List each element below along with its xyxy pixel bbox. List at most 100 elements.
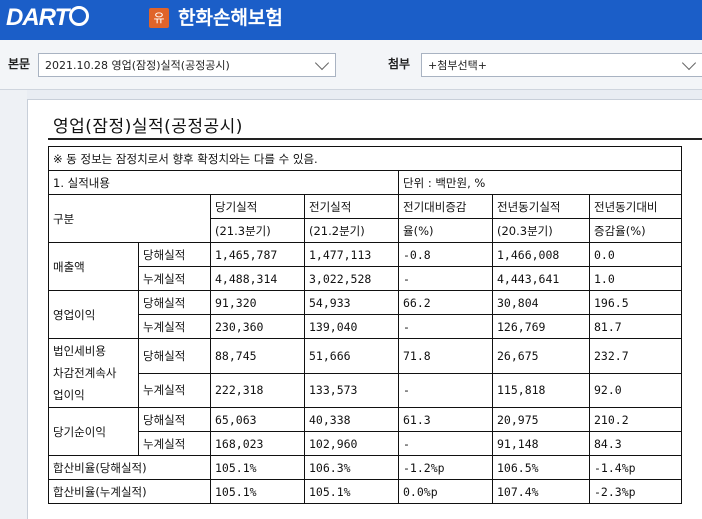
table-cell: -2.3%p: [589, 479, 682, 504]
logo-circle-icon: [69, 6, 90, 26]
notice-text: ※ 동 정보는 잠정치로서 향후 확정치와는 다를 수 있음.: [48, 146, 682, 171]
chevron-down-icon: [681, 55, 697, 71]
group-label-line: 차감전계속사: [53, 366, 117, 380]
table-cell: 1,466,008: [492, 242, 590, 267]
table-cell: 4,488,314: [210, 266, 305, 291]
table-row: 법인세비용 차감전계속사 업이익 당해실적 88,745 51,666 71.8…: [48, 338, 682, 408]
row-label: 누계실적: [138, 314, 211, 339]
table-cell: 0.0%p: [398, 479, 493, 504]
company-name[interactable]: 한화손해보험: [178, 4, 283, 32]
unit-text: 단위 : 백만원, %: [398, 170, 682, 195]
table-cell: 105.1%: [210, 479, 305, 504]
table-row: 매출액 당해실적 1,465,787 1,477,113 -0.8 1,466,…: [48, 242, 682, 291]
table-cell: 1,465,787: [210, 242, 305, 267]
header-current-period: (21.3분기): [210, 218, 305, 243]
header-yoy: 전년동기실적: [492, 194, 590, 219]
row-label: 누계실적: [138, 431, 211, 456]
table-cell: 4,443,641: [492, 266, 590, 291]
table-cell: -: [398, 266, 493, 291]
table-row: 영업이익 당해실적 91,320 54,933 66.2 30,804 196.…: [48, 290, 682, 339]
table-cell: 81.7: [589, 314, 682, 339]
attach-select[interactable]: +첨부선택+: [421, 53, 702, 77]
ratio-label: 합산비율(누계실적): [48, 479, 211, 504]
row-label: 당해실적: [138, 242, 211, 267]
table-cell: -: [398, 314, 493, 339]
main-doc-select[interactable]: 2021.10.28 영업(잠정)실적(공정공시): [38, 53, 336, 77]
table-row: 합산비율(누계실적) 105.1% 105.1% 0.0%p 107.4% -2…: [48, 479, 682, 504]
table-cell: 26,675: [492, 338, 590, 374]
document-viewer[interactable]: 영업(잠정)실적(공정공시) ※ 동 정보는 잠정치로서 향후 확정치와는 다를…: [27, 99, 702, 519]
table-cell: 91,320: [210, 290, 305, 315]
attach-select-value: +첨부선택+: [428, 59, 487, 72]
table-cell: 196.5: [589, 290, 682, 315]
table-cell: 61.3: [398, 407, 493, 432]
table-cell: 105.1%: [304, 479, 399, 504]
ratio-label: 합산비율(당해실적): [48, 455, 211, 480]
table-cell: 106.5%: [492, 455, 590, 480]
table-row: 누계실적 4,488,314 3,022,528 - 4,443,641 1.0: [49, 266, 682, 291]
table-cell: 105.1%: [210, 455, 305, 480]
table-row: 합산비율(당해실적) 105.1% 106.3% -1.2%p 106.5% -…: [48, 455, 682, 480]
table-cell: 88,745: [210, 338, 305, 374]
group-label-line: 업이익: [53, 388, 85, 402]
header-row-1: 구분 당기실적 전기실적 전기대비증감 전년동기실적 전년동기대비: [48, 194, 682, 243]
group-label-operating-profit: 영업이익: [48, 290, 139, 339]
row-label: 당해실적: [138, 407, 211, 432]
table-row: 누계실적 230,360 139,040 - 126,769 81.7: [49, 314, 682, 339]
table-cell: 115,818: [492, 372, 590, 408]
table-cell: 1,477,113: [304, 242, 399, 267]
table-row: 누계실적 222,318 133,573 - 115,818 92.0: [49, 372, 682, 408]
header-yoy-rate-1: 전년동기대비: [589, 194, 682, 219]
chevron-down-icon: [314, 55, 330, 71]
table-cell: 92.0: [589, 372, 682, 408]
earnings-table: ※ 동 정보는 잠정치로서 향후 확정치와는 다를 수 있음. 1. 실적내용 …: [48, 146, 682, 504]
table-cell: 222,318: [210, 372, 305, 408]
table-cell: -0.8: [398, 242, 493, 267]
table-row: 누계실적 168,023 102,960 - 91,148 84.3: [49, 431, 682, 456]
header-yoy-period: (20.3분기): [492, 218, 590, 243]
group-label-pretax-income: 법인세비용 차감전계속사 업이익: [48, 338, 139, 408]
table-cell: 54,933: [304, 290, 399, 315]
left-gutter: [0, 90, 27, 519]
table-cell: 232.7: [589, 338, 682, 374]
table-cell: 66.2: [398, 290, 493, 315]
header-qoq-1: 전기대비증감: [398, 194, 493, 219]
header-previous-period: (21.2분기): [304, 218, 399, 243]
row-label: 누계실적: [138, 372, 211, 408]
dart-header: DART 유 한화손해보험: [0, 0, 702, 40]
section-title: 1. 실적내용: [48, 170, 399, 195]
table-cell: 84.3: [589, 431, 682, 456]
title-underline: [48, 138, 702, 140]
table-cell: -1.4%p: [589, 455, 682, 480]
row-label: 당해실적: [138, 338, 211, 374]
header-category: 구분: [48, 194, 211, 243]
table-cell: 40,338: [304, 407, 399, 432]
row-label: 누계실적: [138, 266, 211, 291]
group-label-net-income: 당기순이익: [48, 407, 139, 456]
table-cell: 3,022,528: [304, 266, 399, 291]
attach-label: 첨부: [388, 57, 411, 71]
header-current: 당기실적: [210, 194, 305, 219]
header-previous: 전기실적: [304, 194, 399, 219]
table-cell: 106.3%: [304, 455, 399, 480]
table-cell: 139,040: [304, 314, 399, 339]
dart-logo[interactable]: DART: [6, 3, 90, 33]
table-cell: 230,360: [210, 314, 305, 339]
table-cell: 30,804: [492, 290, 590, 315]
table-cell: 0.0: [589, 242, 682, 267]
table-cell: 1.0: [589, 266, 682, 291]
table-row: 당기순이익 당해실적 65,063 40,338 61.3 20,975 210…: [48, 407, 682, 456]
group-label-line: 법인세비용: [53, 344, 106, 358]
table-cell: 107.4%: [492, 479, 590, 504]
company-market-badge: 유: [149, 8, 169, 28]
table-cell: -: [398, 431, 493, 456]
table-cell: 126,769: [492, 314, 590, 339]
document-toolbar: 본문 2021.10.28 영업(잠정)실적(공정공시) 첨부 +첨부선택+: [0, 40, 702, 90]
table-cell: 210.2: [589, 407, 682, 432]
table-cell: -: [398, 372, 493, 408]
table-cell: -1.2%p: [398, 455, 493, 480]
table-cell: 51,666: [304, 338, 399, 374]
header-qoq-2: 율(%): [398, 218, 493, 243]
table-cell: 65,063: [210, 407, 305, 432]
main-doc-label: 본문: [8, 57, 31, 71]
